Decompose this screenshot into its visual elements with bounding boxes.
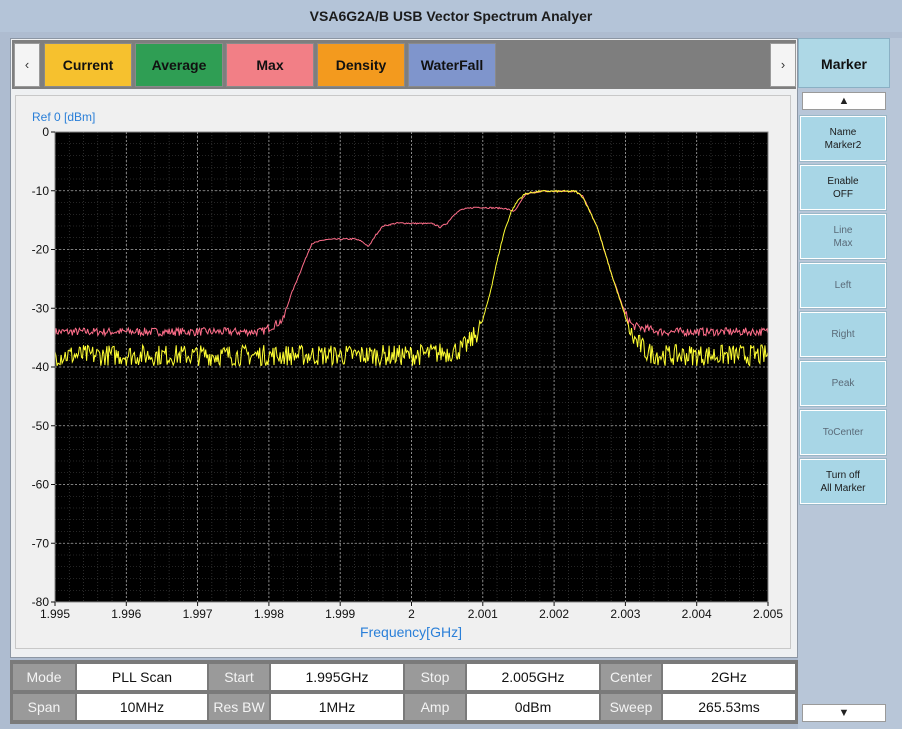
marker-right-button[interactable]: Right [799,311,887,358]
x-tick-label: 1.996 [111,607,141,621]
tab-scroll-right-button[interactable]: › [770,43,796,87]
marker-tocenter-button[interactable]: ToCenter [799,409,887,456]
marker-left-line1: Left [834,280,852,291]
spectrum-plot-frame: Ref 0 [dBm] 0 -10 -20 -30 -40 -50 -60 -70 -80 1.9… [15,95,791,649]
x-tick-label: 1.995 [40,607,70,621]
y-tick-label: -10 [32,184,50,198]
x-tick-label: 2.001 [468,607,498,621]
x-tick-label: 2 [408,607,415,621]
x-tick-label: 1.999 [325,607,355,621]
x-axis-label: Frequency[GHz] [360,624,462,640]
marker-scroll-up-button[interactable]: ▲ [802,92,886,110]
y-tick-label: -60 [32,478,50,492]
ref-level-label: Ref 0 [dBm] [32,110,95,124]
turn-off-line2: All Marker [820,482,866,494]
stop-label: Stop [405,664,465,690]
span-label: Span [13,694,75,720]
marker-peak-button[interactable]: Peak [799,360,887,407]
main-panel: ‹ Current Average Max Density WaterFall … [10,38,798,658]
span-value[interactable]: 10MHz [77,694,207,720]
x-tick-label: 1.997 [183,607,213,621]
y-tick-label: -70 [32,536,50,550]
x-tick-label: 2.005 [753,607,783,621]
marker-left-button[interactable]: Left [799,262,887,309]
y-tick-label: -30 [32,301,50,315]
mode-value[interactable]: PLL Scan [77,664,207,690]
marker-peak-line1: Peak [831,378,855,389]
center-label: Center [601,664,661,690]
y-tick-label: 0 [42,125,49,139]
amp-label: Amp [405,694,465,720]
sweep-value[interactable]: 265.53ms [663,694,795,720]
y-tick-label: -50 [32,419,50,433]
marker-name-line2: Marker2 [824,139,862,151]
x-tick-label: 2.002 [539,607,569,621]
marker-panel-title: Marker [798,38,890,88]
turn-off-all-markers-button[interactable]: Turn off All Marker [799,458,887,505]
marker-enable-line2: OFF [833,188,853,200]
marker-right-line1: Right [831,329,855,340]
tab-max[interactable]: Max [226,43,314,87]
marker-scroll-down-button[interactable]: ▼ [802,704,886,722]
status-bar: Mode PLL Scan Start 1.995GHz Stop 2.005G… [10,660,798,724]
tab-density[interactable]: Density [317,43,405,87]
mode-label: Mode [13,664,75,690]
center-value[interactable]: 2GHz [663,664,795,690]
y-tick-label: -40 [32,360,50,374]
sweep-label: Sweep [601,694,661,720]
start-value[interactable]: 1.995GHz [271,664,403,690]
marker-enable-line1: Enable [827,175,859,187]
spectrum-chart[interactable]: Ref 0 [dBm] 0-10-20-30-40-50-60-70-801.9… [16,96,792,650]
x-tick-label: 2.004 [682,607,712,621]
tab-average[interactable]: Average [135,43,223,87]
marker-tocenter-line1: ToCenter [822,427,864,438]
tab-scroll-left-button[interactable]: ‹ [14,43,40,87]
x-tick-label: 2.003 [610,607,640,621]
turn-off-line1: Turn off [826,469,860,481]
marker-name-line1: Name [829,126,857,138]
x-tick-label: 1.998 [254,607,284,621]
marker-panel: Marker ▲ Name Marker2 Enable OFF Line Ma… [798,38,902,729]
marker-enable-button[interactable]: Enable OFF [799,164,887,211]
marker-line-line1: Line [833,224,853,236]
marker-name-button[interactable]: Name Marker2 [799,115,887,162]
amp-value[interactable]: 0dBm [467,694,599,720]
tab-waterfall[interactable]: WaterFall [408,43,496,87]
res-bw-value[interactable]: 1MHz [271,694,403,720]
trace-tab-bar: ‹ Current Average Max Density WaterFall … [12,40,796,89]
tab-current[interactable]: Current [44,43,132,87]
window-title: VSA6G2A/B USB Vector Spectrum Analyer [0,0,902,32]
marker-line-button[interactable]: Line Max [799,213,887,260]
res-bw-label: Res BW [209,694,269,720]
start-label: Start [209,664,269,690]
marker-line-line2: Max [833,237,853,249]
stop-value[interactable]: 2.005GHz [467,664,599,690]
y-tick-label: -20 [32,243,50,257]
